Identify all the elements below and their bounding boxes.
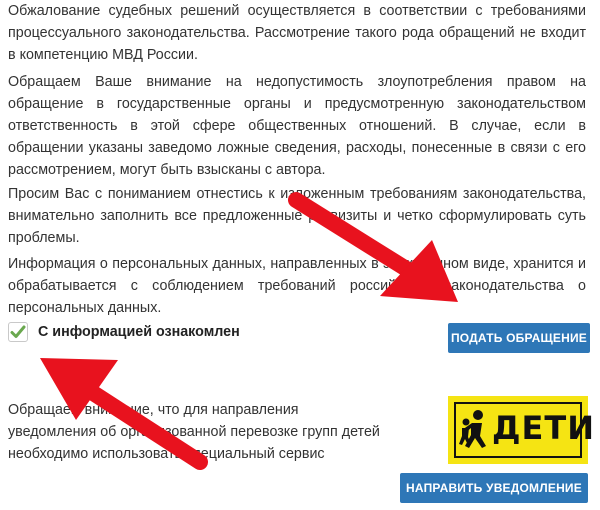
- children-running-icon: [459, 410, 486, 448]
- consent-label: С информацией ознакомлен: [38, 324, 240, 340]
- text-paragraph-request: Просим Вас с пониманием отнестись к изло…: [8, 186, 586, 246]
- consent-checkbox[interactable]: [8, 322, 28, 342]
- notice-text: Обращаем внимание, что для направления у…: [8, 402, 380, 462]
- kids-sign-banner[interactable]: ДЕТИ: [448, 396, 594, 464]
- submit-appeal-button[interactable]: ПОДАТЬ ОБРАЩЕНИЕ: [448, 323, 590, 353]
- send-notification-button[interactable]: НАПРАВИТЬ УВЕДОМЛЕНИЕ: [400, 473, 588, 503]
- text-paragraph-abuse-warning: Обращаем Ваше внимание на недопустимость…: [8, 74, 586, 178]
- text-paragraph-appeal: Обжалование судебных решений осуществляе…: [8, 3, 586, 63]
- consent-checkbox-row[interactable]: С информацией ознакомлен: [8, 322, 240, 342]
- kids-sign-text: ДЕТИ: [492, 409, 595, 447]
- text-paragraph-personal-data: Информация о персональных данных, направ…: [8, 256, 586, 316]
- checkmark-icon: [10, 325, 26, 338]
